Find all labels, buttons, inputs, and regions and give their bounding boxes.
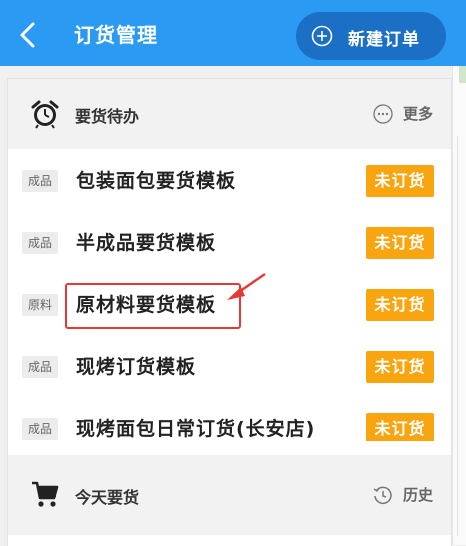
page-title: 订货管理 xyxy=(74,23,158,47)
category-tag: 成品 xyxy=(22,356,58,378)
template-name: 现烤面包日常订货(长安店) xyxy=(76,418,316,440)
annotation-highlight-box xyxy=(65,283,241,329)
shopping-cart-icon xyxy=(32,481,59,507)
app-header: 订货管理 新建订单 xyxy=(0,0,466,66)
today-section-header: 今天要货 历史 xyxy=(8,455,451,535)
side-panel-accent xyxy=(459,66,466,83)
todo-section-header: 要货待办 更多 xyxy=(8,79,451,149)
category-tag: 成品 xyxy=(22,418,58,440)
template-row[interactable]: 成品 包装面包要货模板 未订货 xyxy=(8,151,451,213)
template-name: 半成品要货模板 xyxy=(76,232,217,254)
status-badge[interactable]: 未订货 xyxy=(366,227,434,259)
new-order-label: 新建订单 xyxy=(348,30,420,50)
more-dots-icon xyxy=(373,103,393,124)
template-row[interactable]: 成品 现烤面包日常订货(长安店) 未订货 xyxy=(8,399,451,441)
status-badge[interactable]: 未订货 xyxy=(366,165,434,197)
template-row[interactable]: 成品 半成品要货模板 未订货 xyxy=(8,213,451,275)
template-row[interactable]: 成品 现烤订货模板 未订货 xyxy=(8,337,451,399)
more-label: 更多 xyxy=(402,105,433,123)
today-section-title: 今天要货 xyxy=(75,488,140,507)
side-panel-line xyxy=(457,136,458,536)
template-name: 包装面包要货模板 xyxy=(76,170,237,192)
more-link[interactable]: 更多 xyxy=(373,103,433,124)
alarm-clock-icon xyxy=(31,100,59,129)
side-panel-edge xyxy=(452,66,466,545)
category-tag: 成品 xyxy=(22,170,58,192)
history-link[interactable]: 历史 xyxy=(373,484,433,505)
annotation-arrow-icon xyxy=(227,273,266,300)
status-badge[interactable]: 未订货 xyxy=(366,413,434,441)
status-badge[interactable]: 未订货 xyxy=(366,351,434,383)
status-badge[interactable]: 未订货 xyxy=(366,289,434,321)
history-label: 历史 xyxy=(402,486,433,504)
new-order-button[interactable]: 新建订单 xyxy=(296,12,446,60)
template-name: 现烤订货模板 xyxy=(76,356,197,378)
category-tag: 成品 xyxy=(22,232,58,254)
category-tag: 原料 xyxy=(22,294,58,316)
plus-circle-icon xyxy=(311,25,333,47)
back-arrow-icon[interactable] xyxy=(14,20,44,50)
todo-section-title: 要货待办 xyxy=(75,107,140,126)
history-clock-icon xyxy=(373,486,392,504)
